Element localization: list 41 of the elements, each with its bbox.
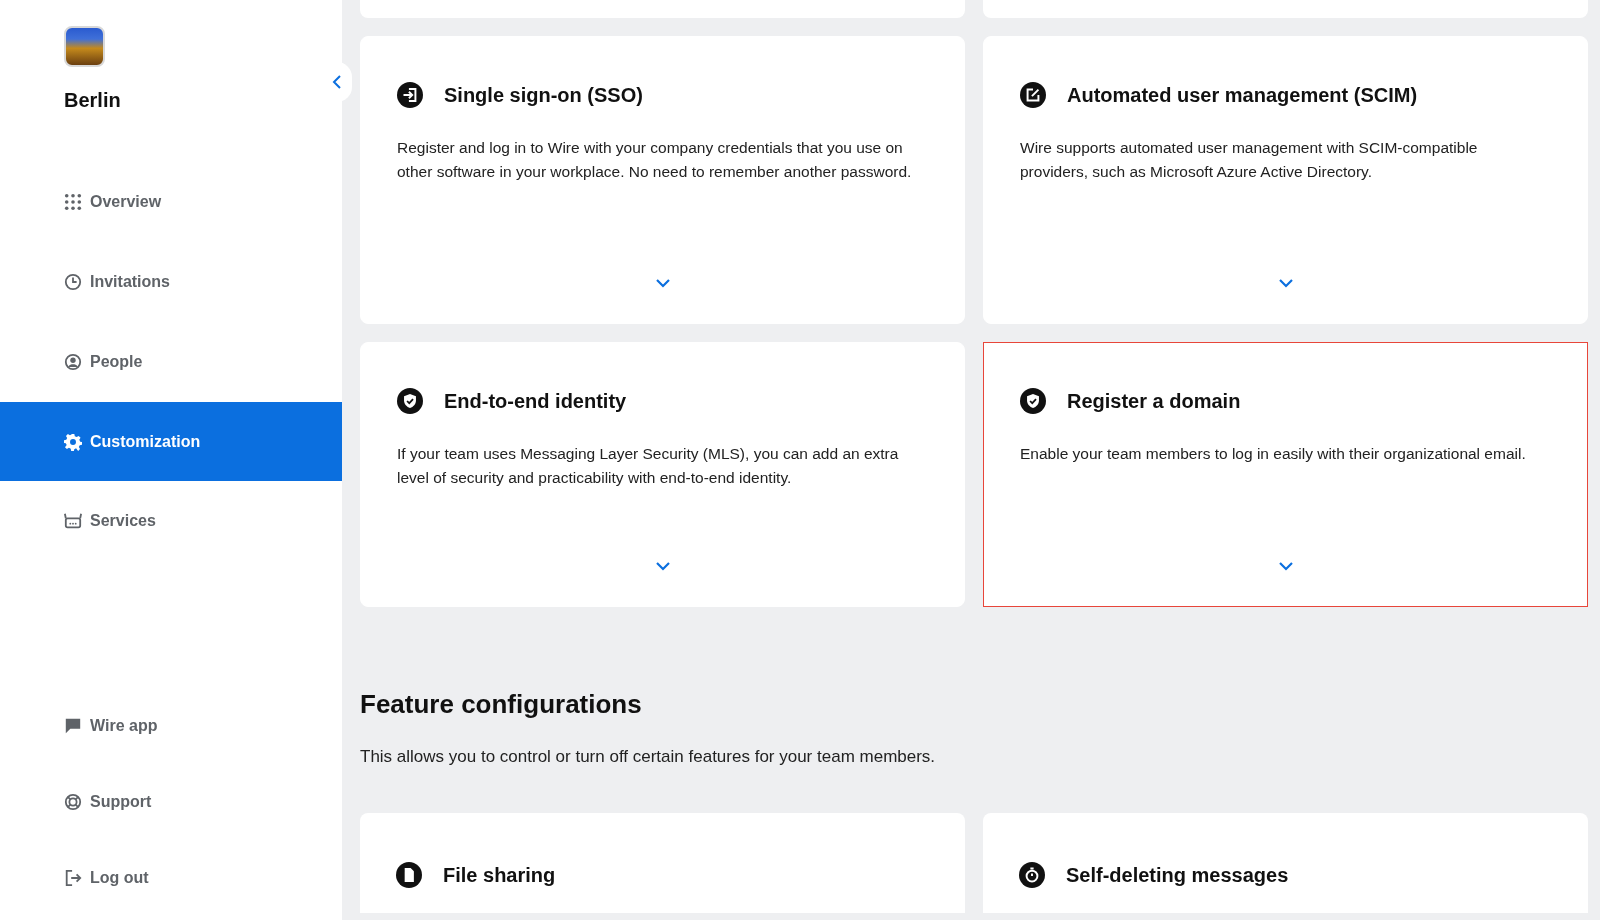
edit-icon	[1020, 82, 1046, 108]
chevron-left-icon	[332, 74, 342, 90]
card-title: File sharing	[443, 862, 556, 888]
sidebar-item[interactable]: Support	[0, 764, 342, 840]
sign-in-icon	[397, 82, 423, 108]
shield-check-icon	[397, 388, 423, 414]
card-description: Register and log in to Wire with your company credentials that you use on other software in your workplace. No need to remember another password.	[397, 138, 913, 182]
card-title: Self-deleting messages	[1066, 862, 1289, 888]
card-description: If your team uses Messaging Layer Security (MLS), you can add an extra level of security and practicability with end-to-end identity.	[397, 444, 900, 488]
lifebuoy-icon	[64, 793, 82, 811]
sidebar-item[interactable]: Customization	[0, 402, 342, 481]
chevron-down-icon	[654, 561, 671, 571]
chat-bubble-icon	[64, 717, 82, 735]
sidebar-item[interactable]: Invitations	[0, 242, 342, 322]
card-title: Register a domain	[1067, 389, 1241, 414]
chevron-down-icon	[1277, 561, 1294, 571]
sidebar-item[interactable]: Services	[0, 481, 342, 561]
shield-check-icon	[1020, 388, 1046, 414]
card-title: Single sign-on (SSO)	[444, 83, 643, 108]
sidebar-item[interactable]: Wire app	[0, 688, 342, 764]
card-description: Enable your team members to log in easily with their organizational email.	[1020, 444, 1527, 464]
sidebar-item[interactable]: People	[0, 322, 342, 402]
team-name: Berlin	[64, 89, 121, 111]
card-title: Automated user management (SCIM)	[1067, 83, 1418, 108]
card-description: Wire supports automated user management with SCIM-compatible providers, such as Microsoft Azure Active Directory.	[1020, 138, 1479, 182]
clock-icon	[64, 273, 82, 291]
grid-icon	[64, 193, 82, 211]
section-description: This allows you to control or turn off certain features for your team members.	[360, 746, 937, 768]
sidebar-item[interactable]: Overview	[0, 162, 342, 242]
chevron-down-icon	[1277, 278, 1294, 288]
gear-icon	[64, 432, 82, 451]
section-heading: Feature configurations	[360, 688, 643, 721]
person-icon	[64, 353, 82, 371]
card-title: End-to-end identity	[444, 389, 627, 414]
timer-icon	[1019, 861, 1045, 888]
logout-icon	[64, 869, 82, 887]
sidebar-item[interactable]: Log out	[0, 840, 342, 916]
chevron-down-icon	[654, 278, 671, 288]
team-logo	[64, 26, 105, 67]
file-icon	[396, 861, 422, 888]
bot-icon	[64, 512, 82, 530]
